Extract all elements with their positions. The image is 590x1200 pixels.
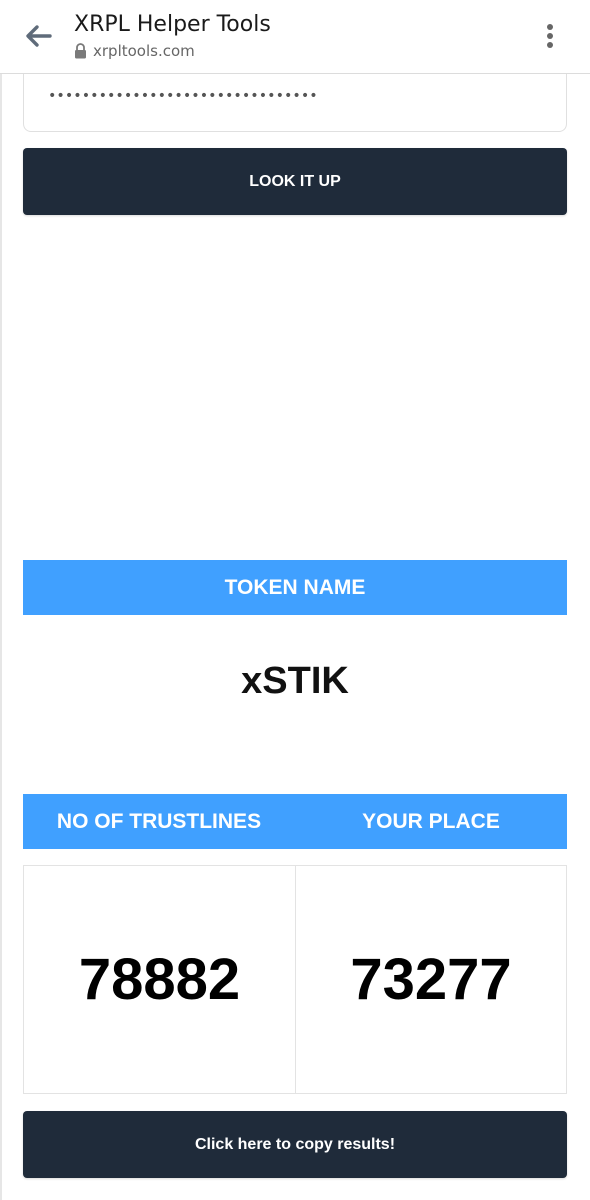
address-input-value: •••••••••••••••••••••••••••••••• <box>48 88 318 104</box>
trustlines-header: NO OF TRUSTLINES <box>56 809 262 833</box>
more-vertical-icon <box>546 23 554 54</box>
lock-icon <box>74 43 87 59</box>
back-button[interactable] <box>18 20 58 56</box>
look-it-up-button[interactable]: LOOK IT UP <box>23 148 567 215</box>
overflow-menu-button[interactable] <box>534 20 566 56</box>
page-title: XRPL Helper Tools <box>74 12 271 37</box>
browser-toolbar: XRPL Helper Tools xrpltools.com <box>0 0 590 74</box>
your-place-value: 73277 <box>295 865 567 1094</box>
copy-results-button[interactable]: Click here to copy results! <box>23 1111 567 1178</box>
url-text: xrpltools.com <box>93 42 195 60</box>
left-edge-rule <box>0 74 2 1200</box>
trustlines-count: 78882 <box>23 865 296 1094</box>
token-name-header: TOKEN NAME <box>23 560 567 615</box>
arrow-left-icon <box>24 24 52 53</box>
stats-header: NO OF TRUSTLINES YOUR PLACE <box>23 794 567 849</box>
your-place-header: YOUR PLACE <box>362 809 500 833</box>
url-display[interactable]: xrpltools.com <box>74 42 195 60</box>
token-name-value: xSTIK <box>241 660 349 702</box>
